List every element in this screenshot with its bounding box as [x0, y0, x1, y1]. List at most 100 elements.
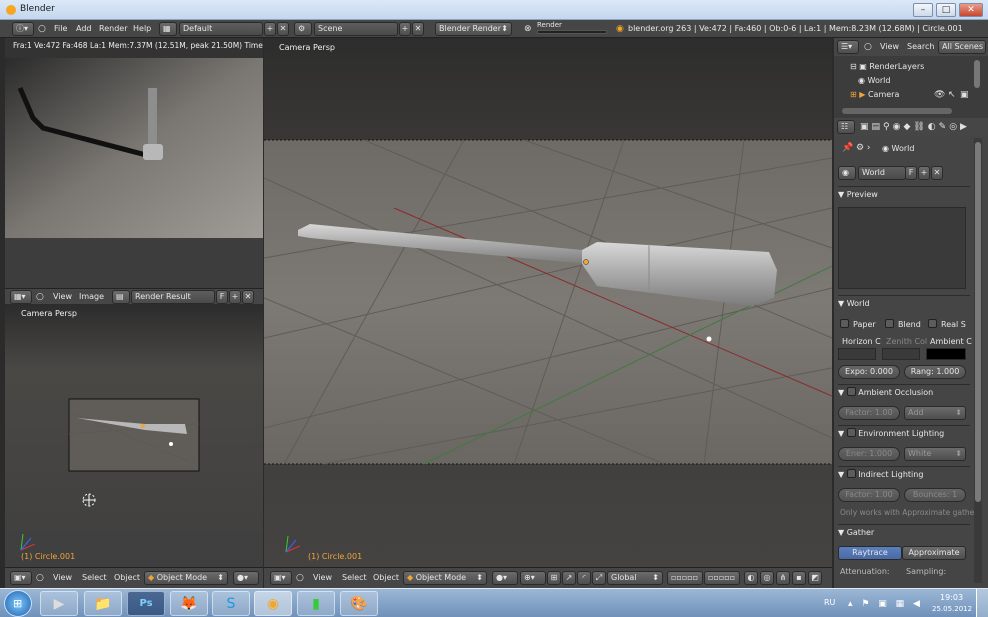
taskbar-app-icon[interactable]: ▮ — [297, 591, 335, 616]
taskbar-paint-icon[interactable]: 🎨 — [340, 591, 378, 616]
range-field[interactable]: Rang: 1.000 — [904, 365, 966, 379]
properties-scrollbar[interactable] — [975, 142, 981, 502]
editor-type-image-button[interactable]: ▦▾ — [10, 290, 32, 304]
indirect-bounces-field[interactable]: Bounces: 1 — [904, 488, 966, 502]
viewport-shading-select[interactable]: ●▾ — [492, 571, 518, 585]
selectable-arrow-icon[interactable]: ↖ — [948, 89, 956, 101]
scene-icon[interactable]: ⚙ — [294, 22, 312, 36]
outliner-item-camera[interactable]: ⊞ ▶ Camera — [850, 90, 899, 99]
ao-factor-field[interactable]: Factor: 1.00 — [838, 406, 900, 420]
editor-type-properties-button[interactable]: ☷ — [837, 120, 855, 134]
visibility-eye-icon[interactable]: 👁 — [934, 89, 945, 101]
add-scene-button[interactable]: + — [399, 22, 411, 36]
real-sky-checkbox[interactable] — [928, 319, 937, 328]
ao-blend-select[interactable]: Add ⬍ — [904, 406, 966, 420]
menu-render[interactable]: Render — [99, 24, 127, 33]
outliner-item-renderlayers[interactable]: ⊟ ▣ RenderLayers — [850, 62, 924, 71]
panel-ao-header[interactable]: ▼ Ambient Occlusion — [838, 384, 970, 400]
menu-object[interactable]: Object — [114, 573, 140, 582]
display-mode-select[interactable]: All Scenes — [938, 40, 986, 54]
indirect-factor-field[interactable]: Factor: 1.00 — [838, 488, 900, 502]
editor-type-3d-button[interactable]: ▣▾ — [270, 571, 292, 585]
render-engine-select[interactable]: Blender Render ⬍ — [435, 22, 512, 36]
manipulator-toggle-icon[interactable]: ⊞ — [547, 571, 561, 585]
screen-layout-icon[interactable]: ▦ — [159, 22, 177, 36]
editor-type-outliner-button[interactable]: ☰▾ — [837, 40, 859, 54]
layers-first-block[interactable]: ▫▫▫▫▫ — [667, 571, 703, 585]
object-mode-select[interactable]: ◆ Object Mode ⬍ — [403, 571, 487, 585]
translate-icon[interactable]: ↗ — [562, 571, 576, 585]
world-browse-icon[interactable]: ◉ — [838, 166, 856, 180]
collapse-menu-icon[interactable]: ○ — [864, 41, 872, 53]
taskbar-photoshop-icon[interactable]: Ps — [127, 591, 165, 616]
panel-gather-header[interactable]: ▼ Gather — [838, 524, 970, 540]
editor-type-info-button[interactable]: ⓘ▾ — [12, 22, 34, 36]
ambient-color-swatch[interactable] — [926, 348, 966, 360]
menu-help[interactable]: Help — [133, 24, 151, 33]
unlink-world-button[interactable]: ✕ — [931, 166, 943, 180]
minimize-button[interactable]: – — [913, 3, 933, 17]
menu-select[interactable]: Select — [82, 573, 107, 582]
unlink-image-button[interactable]: ✕ — [242, 290, 254, 304]
env-energy-field[interactable]: Ener: 1.000 — [838, 447, 900, 461]
outliner-item-world[interactable]: ◉ World — [858, 76, 890, 85]
viewport-shading-select[interactable]: ●▾ — [233, 571, 259, 585]
editor-type-3d-button[interactable]: ▣▾ — [10, 571, 32, 585]
delete-screen-button[interactable]: ✕ — [277, 22, 289, 36]
menu-file[interactable]: File — [54, 24, 67, 33]
object-mode-select[interactable]: ◆ Object Mode ⬍ — [144, 571, 228, 585]
add-screen-button[interactable]: + — [264, 22, 276, 36]
snap-element-icon[interactable]: ▪ — [792, 571, 806, 585]
menu-view[interactable]: View — [880, 42, 899, 51]
render-icon[interactable]: ◩ — [808, 571, 822, 585]
panel-env-lighting-header[interactable]: ▼ Environment Lighting — [838, 425, 970, 441]
context-tabs[interactable]: ▣▤⚲◉◆⛓◐✎◎▶ — [860, 121, 970, 133]
close-button[interactable]: ✕ — [959, 3, 983, 17]
maximize-button[interactable]: □ — [936, 3, 956, 17]
scene-field[interactable]: Scene — [314, 22, 398, 36]
paper-sky-checkbox[interactable] — [840, 319, 849, 328]
gather-raytrace-button[interactable]: Raytrace — [838, 546, 902, 560]
renderable-camera-icon[interactable]: ▣ — [960, 89, 969, 101]
menu-add[interactable]: Add — [76, 24, 92, 33]
start-button[interactable]: ⊞ — [4, 590, 32, 617]
viewport-main[interactable]: Camera Persp (1) Circle.001 — [264, 38, 832, 567]
menu-object[interactable]: Object — [373, 573, 399, 582]
menu-view[interactable]: View — [53, 573, 72, 582]
image-browse-icon[interactable]: ▤ — [112, 290, 130, 304]
taskbar-explorer-icon[interactable]: 📁 — [84, 591, 122, 616]
image-name-field[interactable]: Render Result — [131, 290, 215, 304]
rotate-icon[interactable]: ◜ — [577, 571, 591, 585]
screen-layout-field[interactable]: Default — [179, 22, 263, 36]
lock-camera-icon[interactable]: ◐ — [744, 571, 758, 585]
show-desktop-button[interactable] — [976, 589, 988, 617]
scale-icon[interactable]: ⤢ — [592, 571, 606, 585]
transform-orientation-select[interactable]: Global ⬍ — [607, 571, 663, 585]
pin-icon[interactable]: 📌 — [842, 142, 853, 154]
panel-preview-header[interactable]: ▼ Preview — [838, 186, 970, 202]
new-image-button[interactable]: + — [229, 290, 241, 304]
menu-image[interactable]: Image — [79, 292, 104, 301]
taskbar-skype-icon[interactable]: S — [212, 591, 250, 616]
menu-search[interactable]: Search — [907, 42, 934, 51]
collapse-menu-icon[interactable]: ○ — [38, 23, 46, 35]
language-indicator[interactable]: RU — [824, 598, 835, 607]
panel-indirect-header[interactable]: ▼ Indirect Lighting — [838, 466, 970, 482]
taskbar-media-player-icon[interactable]: ▶ — [40, 591, 78, 616]
outliner-scrollbar[interactable] — [974, 60, 980, 88]
fake-user-button[interactable]: F — [905, 166, 917, 180]
ao-checkbox[interactable] — [846, 387, 856, 396]
delete-scene-button[interactable]: ✕ — [412, 22, 424, 36]
render-view-top-left[interactable]: Fra:1 Ve:472 Fa:468 La:1 Mem:7.37M (12.5… — [5, 38, 263, 288]
new-world-button[interactable]: + — [918, 166, 930, 180]
env-lighting-checkbox[interactable] — [846, 428, 856, 437]
exposure-field[interactable]: Expo: 0.000 — [838, 365, 900, 379]
menu-view[interactable]: View — [53, 292, 72, 301]
outliner-h-scrollbar[interactable] — [842, 108, 952, 114]
clock-time[interactable]: 19:03 — [940, 593, 963, 602]
blend-sky-checkbox[interactable] — [885, 319, 894, 328]
taskbar-firefox-icon[interactable]: 🦊 — [170, 591, 208, 616]
cancel-render-icon[interactable]: ⊗ — [524, 23, 532, 35]
menu-view[interactable]: View — [313, 573, 332, 582]
layers-second-block[interactable]: ▫▫▫▫▫ — [704, 571, 740, 585]
